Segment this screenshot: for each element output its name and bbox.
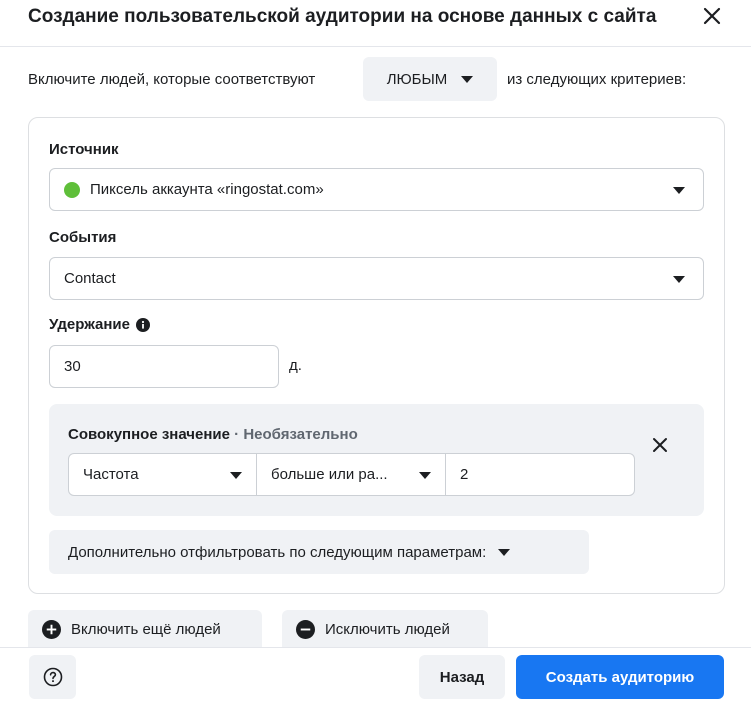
retention-days-input[interactable]: 30: [49, 345, 279, 388]
aggregate-condition-group: Частота больше или ра... 2: [68, 453, 635, 496]
remove-aggregate-button[interactable]: [648, 433, 672, 457]
dialog-title: Создание пользовательской аудитории на о…: [28, 6, 657, 27]
include-rule-suffix: из следующих критериев:: [507, 71, 687, 88]
close-dialog-button[interactable]: [700, 4, 724, 28]
source-value: Пиксель аккаунта «ringostat.com»: [90, 181, 324, 198]
match-type-dropdown[interactable]: ЛЮБЫМ: [363, 57, 497, 101]
close-icon: [703, 7, 721, 25]
include-more-label: Включить ещё людей: [71, 620, 221, 638]
exclude-people-button[interactable]: Исключить людей: [282, 610, 488, 648]
caret-down-icon: [498, 548, 511, 556]
exclude-people-label: Исключить людей: [325, 620, 450, 638]
caret-down-icon: [673, 275, 685, 283]
refine-filter-dropdown[interactable]: Дополнительно отфильтровать по следующим…: [49, 530, 589, 574]
caret-down-icon: [673, 186, 685, 194]
back-button-label: Назад: [439, 668, 485, 686]
source-dropdown[interactable]: Пиксель аккаунта «ringostat.com»: [49, 168, 704, 211]
caret-down-icon: [461, 75, 474, 83]
caret-down-icon: [230, 471, 242, 479]
retention-days-value: 30: [64, 358, 81, 375]
events-value: Contact: [64, 270, 116, 287]
aggregate-operator-value: больше или ра...: [271, 466, 388, 483]
pixel-status-dot: [64, 181, 80, 198]
aggregate-metric-value: Частота: [83, 466, 139, 483]
events-label: События: [49, 229, 117, 246]
footer-divider: [0, 647, 751, 648]
include-more-button[interactable]: Включить ещё людей: [28, 610, 262, 648]
create-audience-label: Создать аудиторию: [545, 668, 695, 686]
refine-filter-label: Дополнительно отфильтровать по следующим…: [68, 543, 487, 561]
question-circle-icon: [43, 667, 62, 687]
aggregate-optional-tag: · Необязательно: [234, 426, 358, 443]
aggregate-title-row: Совокупное значение · Необязательно: [68, 426, 358, 443]
aggregate-metric-dropdown[interactable]: Частота: [68, 453, 257, 496]
caret-down-icon: [419, 471, 431, 479]
retention-label-row: Удержание: [49, 316, 150, 333]
aggregate-title: Совокупное значение: [68, 426, 230, 443]
help-button[interactable]: [29, 655, 76, 699]
aggregate-value-input[interactable]: 2: [446, 453, 635, 496]
source-label: Источник: [49, 141, 119, 158]
info-icon[interactable]: [136, 317, 150, 332]
events-dropdown[interactable]: Contact: [49, 257, 704, 300]
retention-label: Удержание: [49, 316, 130, 333]
plus-circle-icon: [42, 619, 61, 639]
retention-unit: д.: [289, 357, 302, 374]
header-divider: [0, 46, 751, 47]
match-type-value: ЛЮБЫМ: [386, 70, 448, 88]
create-audience-button[interactable]: Создать аудиторию: [516, 655, 724, 699]
minus-circle-icon: [296, 619, 315, 639]
aggregate-operator-dropdown[interactable]: больше или ра...: [257, 453, 446, 496]
back-button[interactable]: Назад: [419, 655, 505, 699]
close-icon: [653, 438, 667, 452]
aggregate-value: 2: [460, 466, 469, 483]
include-rule-prefix: Включите людей, которые соответствуют: [28, 71, 316, 88]
